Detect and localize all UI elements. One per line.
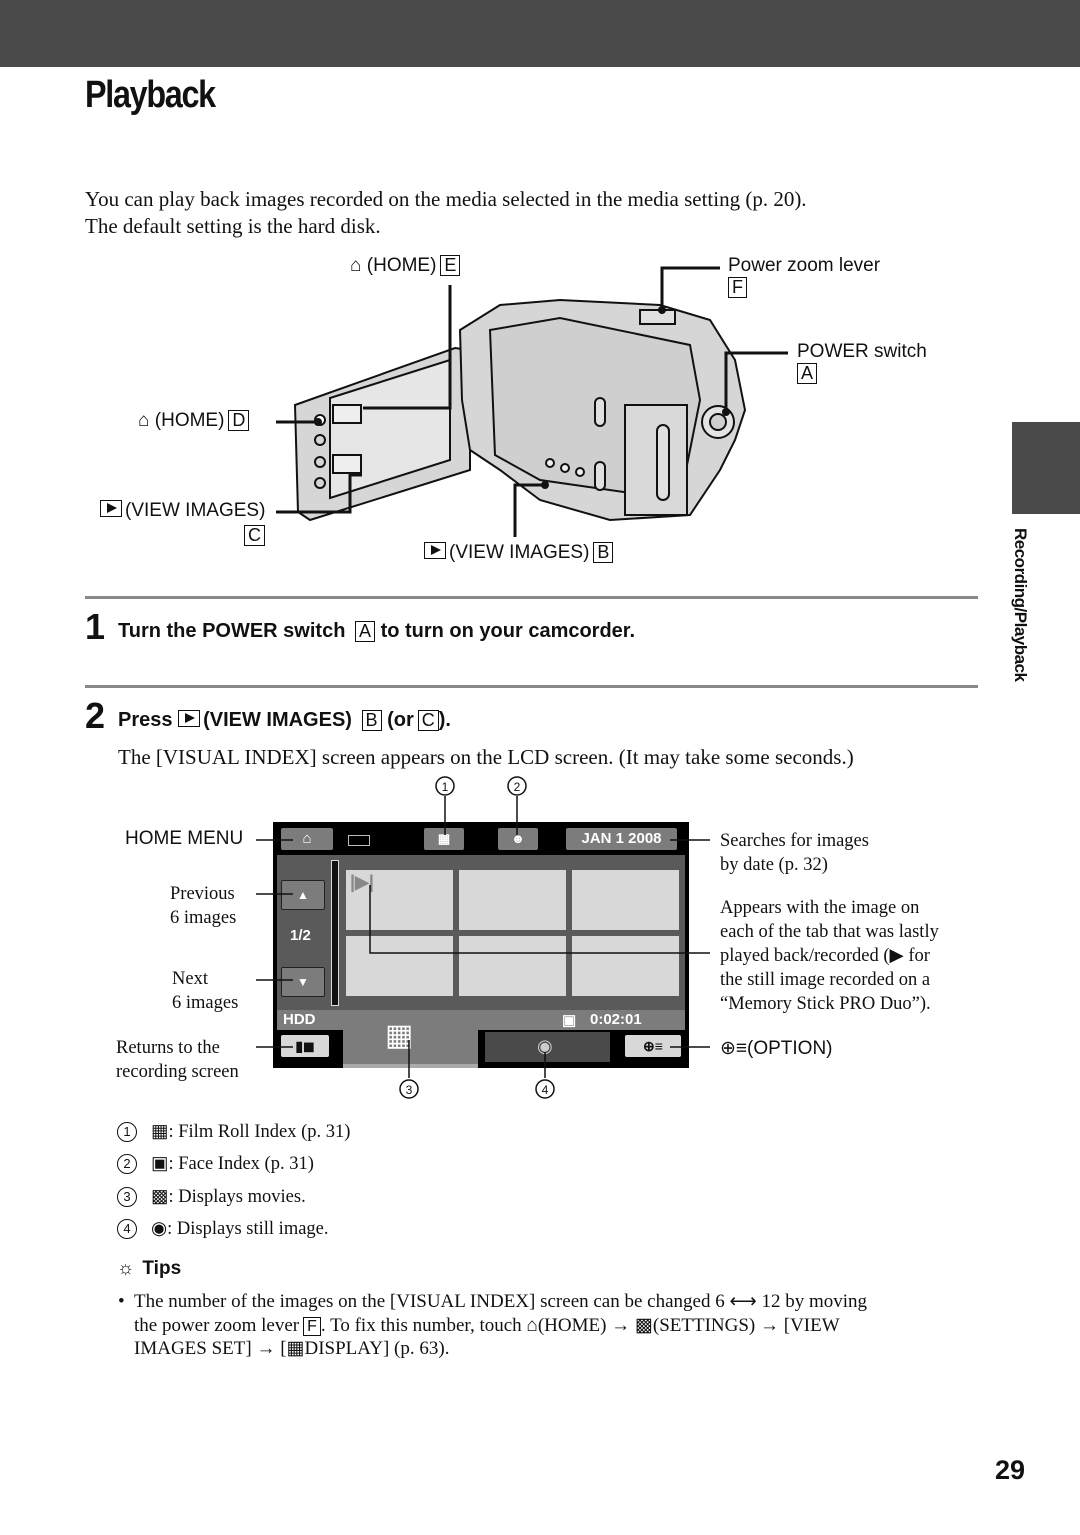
status-bar: HDD ▣ 0:02:01 [277,1010,685,1030]
label-home-d: ⌂ (HOME) D [138,410,250,432]
movie-tab[interactable]: ▦ [343,1019,478,1068]
film-roll-index-tab[interactable]: ▦ [424,828,464,850]
bullet: • [118,1291,125,1312]
last-played-icon: |▶| [350,872,374,892]
callout-option: ⊕≡(OPTION) [720,1038,833,1059]
letter-box: D [228,410,250,431]
label-view-images-c: (VIEW IMAGES) [100,500,265,522]
face-index-tab[interactable]: ☻ [498,828,538,850]
tips-body: • The number of the images on the [VISUA… [118,1291,868,1359]
callout-home-menu: HOME MENU [125,828,244,849]
duration: 0:02:01 [590,1011,642,1028]
thumbnail[interactable] [459,870,566,930]
visual-index-screen: ⌂ ▦ ☻ JAN 1 2008 ▲ 1/2 ▼ |▶| HDD ▣ 0:02:… [273,822,689,1068]
movie-icon: ▦ [385,1019,414,1052]
home-menu-button[interactable]: ⌂ [281,828,333,850]
camera-icon: ◉ [151,1219,168,1239]
label-view-images-b: (VIEW IMAGES) B [424,542,614,564]
callout-date-search: Searches for images by date (p. 32) [720,831,869,875]
still-image-tab[interactable]: ◉ [485,1032,610,1062]
display-grid-icon: ▦ [286,1338,305,1359]
label-power-zoom: Power zoom lever F [728,255,881,298]
previous-images-button[interactable]: ▲ [281,880,325,910]
callout-number: 4 [542,1083,549,1097]
play-icon [424,542,446,559]
callout-last-played: Appears with the image on each of the ta… [720,898,939,1014]
callout-number: 3 [406,1083,413,1097]
scrollbar[interactable] [331,860,339,1006]
page-number: 29 [995,1455,1026,1485]
film-icon: ▣ [562,1012,577,1029]
letter-box: E [440,255,461,276]
step-1-text: Turn the POWER switch A to turn on your … [118,620,636,642]
option-button[interactable]: ⊕≡ [625,1035,681,1057]
legend-item: 3 ▩: Displays movies. [117,1186,306,1208]
thumbnail[interactable] [572,936,679,996]
step-2-text: Press (VIEW IMAGES) B (or C). [118,709,451,731]
play-icon [100,500,122,517]
home-icon: ⌂ [138,410,150,431]
label-home-e: ⌂ (HOME) E [350,255,461,277]
option-icon: ⊕≡ [720,1038,748,1059]
date-search-button[interactable]: JAN 1 2008 [566,828,677,850]
tips-heading: ☼ Tips [117,1258,182,1279]
page-indicator: 1/2 [290,927,311,944]
callout-number: 2 [514,780,521,794]
lightbulb-icon: ☼ [117,1258,135,1279]
play-icon [178,710,201,727]
media-indicator: HDD [283,1011,316,1028]
divider [85,685,978,688]
camera-icon: ◉ [537,1036,553,1056]
label-power-switch: POWER switch A [797,341,927,384]
movie-icon: ▩ [151,1187,169,1207]
settings-toolbox-icon: ▩ [634,1314,653,1336]
thumbnail[interactable] [346,936,453,996]
divider [85,596,978,599]
callout-number: 1 [442,780,449,794]
home-icon: ⌂ [350,255,362,276]
film-roll-index-icon: ▦ [151,1122,169,1142]
legend-item: 1 ▦: Film Roll Index (p. 31) [117,1121,350,1143]
callout-previous: Previous 6 images [170,884,237,928]
step-2-description: The [VISUAL INDEX] screen appears on the… [118,745,854,769]
step-number: 2 [85,695,106,736]
legend-item: 2 ▣: Face Index (p. 31) [117,1153,314,1175]
next-images-button[interactable]: ▼ [281,967,325,997]
thumbnail[interactable] [572,870,679,930]
callout-next: Next 6 images [172,969,239,1013]
thumbnail[interactable]: |▶| [346,870,453,930]
step-number: 1 [85,606,106,647]
label-letter-c: C [240,525,265,547]
thumbnail[interactable] [459,936,566,996]
face-index-icon: ▣ [151,1154,169,1174]
callout-returns: Returns to the recording screen [116,1038,239,1082]
home-icon: ⌂ [526,1314,538,1336]
record-mode-button[interactable]: ▮◼ [281,1035,329,1057]
battery-icon [348,835,370,846]
legend-item: 4 ◉: Displays still image. [117,1218,329,1240]
